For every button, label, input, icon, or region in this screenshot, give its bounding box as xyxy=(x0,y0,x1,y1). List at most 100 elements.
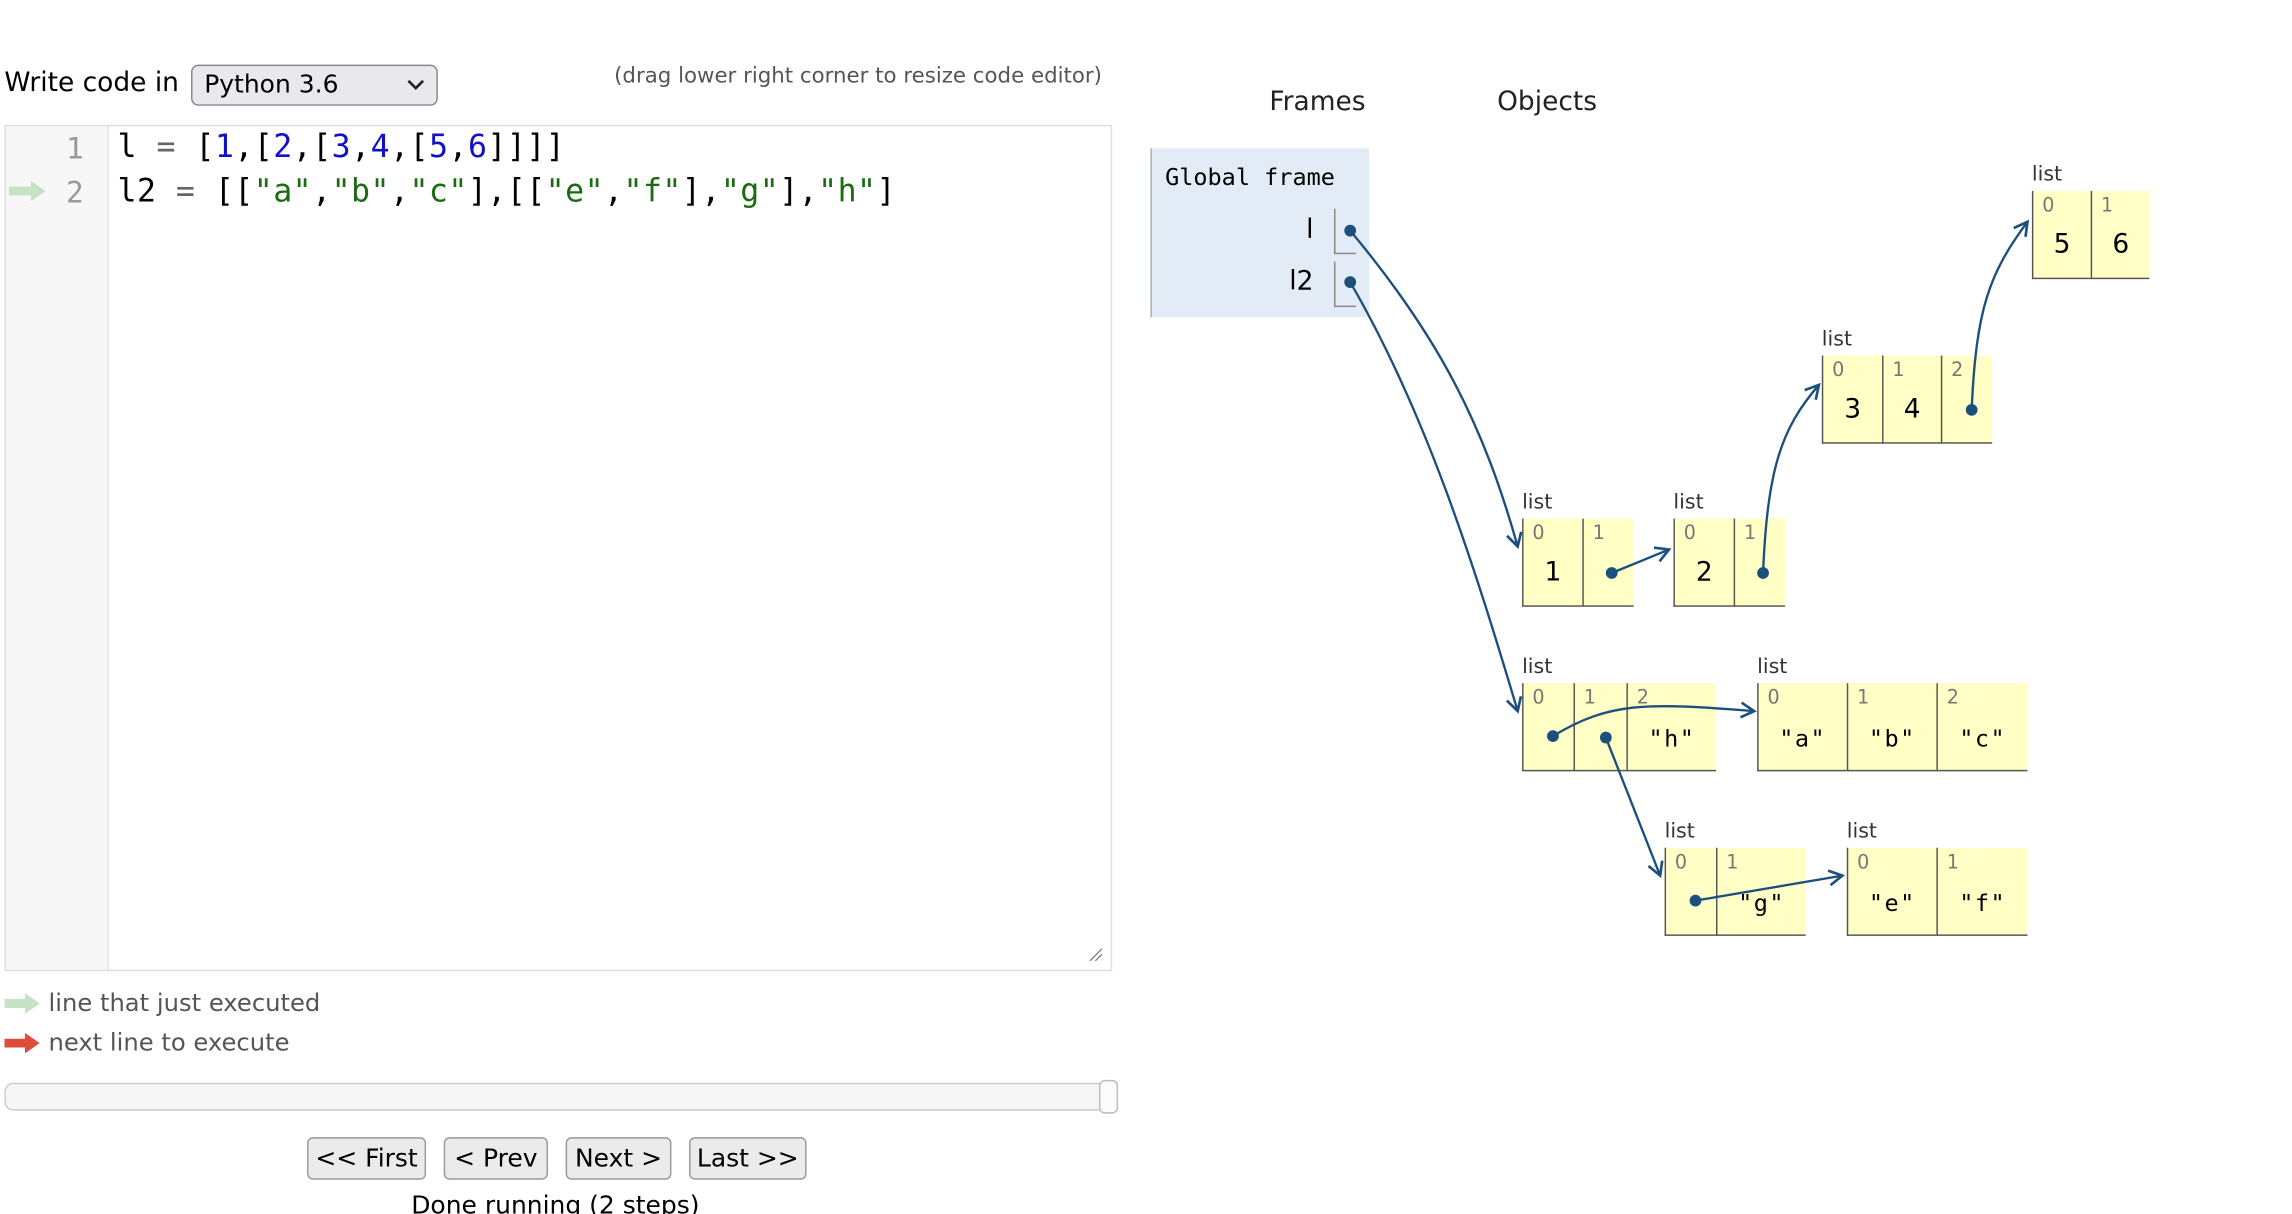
code-token: ], xyxy=(779,173,819,211)
line-gutter: 1 2 xyxy=(5,126,109,970)
next-button[interactable]: Next > xyxy=(565,1137,672,1180)
list-cell: 1 "b" xyxy=(1846,683,1937,772)
code-token: [[ xyxy=(195,173,254,211)
cell-index: 0 xyxy=(2042,195,2055,218)
list-cell: 1 xyxy=(1573,683,1627,772)
cell-value: 2 xyxy=(1695,556,1713,588)
list-object: 0 1 "g" xyxy=(1664,847,1806,936)
cell-index: 2 xyxy=(1946,687,1959,710)
list-object: 0 "a" 1 "b" 2 "c" xyxy=(1757,683,2028,772)
list-cell: 03 xyxy=(1821,355,1883,444)
code-token: [ xyxy=(175,129,215,167)
cell-value: "c" xyxy=(1959,724,2007,753)
list-cell: 16 xyxy=(2090,190,2150,280)
code-token: 3 xyxy=(331,129,352,167)
code-token: "a" xyxy=(253,173,313,211)
cell-index: 1 xyxy=(1892,359,1905,382)
code-token: ] xyxy=(876,173,896,211)
list-cell: 0 xyxy=(1664,847,1717,936)
red-arrow-icon xyxy=(4,1032,40,1053)
code-token: 5 xyxy=(429,129,449,167)
cell-index: 1 xyxy=(1857,687,1870,710)
code-token: "g" xyxy=(720,173,780,211)
list-cell: 05 xyxy=(2031,190,2091,280)
cell-index: 0 xyxy=(1767,687,1780,710)
cell-value: "a" xyxy=(1779,724,1827,753)
code-token: "c" xyxy=(409,173,468,211)
list-cell: 1 "g" xyxy=(1716,847,1806,936)
list-cell: 01 xyxy=(1522,518,1583,607)
list-object: 0 "e" 1 "f" xyxy=(1846,847,2028,936)
resize-handle[interactable] xyxy=(1087,946,1102,961)
global-frame: Global frame l l2 xyxy=(1150,148,1370,318)
object-type-label: list xyxy=(1846,819,1877,844)
cell-index: 0 xyxy=(1532,523,1545,546)
variable-pointer xyxy=(1334,261,1357,308)
list-cell: 02 xyxy=(1673,518,1734,607)
code-token: ], xyxy=(681,173,721,211)
cell-index: 2 xyxy=(1951,359,1964,382)
cell-index: 1 xyxy=(1583,687,1596,710)
code-line-1: l = [1,[2,[3,4,[5,6]]]] xyxy=(118,129,566,166)
code-token: 1 xyxy=(214,129,235,167)
legend-text: next line to execute xyxy=(48,1028,290,1057)
code-token: "f" xyxy=(623,173,682,211)
cell-index: 1 xyxy=(1743,523,1757,546)
object-type-label: list xyxy=(1522,655,1553,679)
legend-just-executed: line that just executed xyxy=(4,989,320,1017)
arrow-l xyxy=(1349,229,1523,550)
cell-index: 1 xyxy=(1592,523,1605,546)
code-token: ,[ xyxy=(234,129,274,167)
python-tutor-page: Write code in Python 3.6 (drag lower rig… xyxy=(0,0,2292,1214)
code-token: ]]]] xyxy=(487,129,566,167)
legend-text: line that just executed xyxy=(48,988,321,1017)
cell-value: "f" xyxy=(1959,888,2007,917)
code-token: "h" xyxy=(818,173,877,211)
first-button[interactable]: << First xyxy=(307,1137,427,1180)
cell-value: "g" xyxy=(1738,888,1786,917)
code-token: = xyxy=(156,129,176,167)
objects-header: Objects xyxy=(1497,86,1598,118)
cell-value: 5 xyxy=(2053,229,2071,261)
code-token: , xyxy=(448,129,468,167)
code-token: , xyxy=(351,129,371,167)
code-token: l2 xyxy=(117,173,176,211)
line-number: 1 xyxy=(66,130,84,167)
prev-button[interactable]: < Prev xyxy=(443,1137,549,1180)
list-cell: 1 xyxy=(1582,518,1634,607)
frame-title: Global frame xyxy=(1165,163,1335,191)
object-type-label: list xyxy=(1757,655,1788,679)
list-cell: 1 xyxy=(1733,518,1786,607)
code-token: , xyxy=(389,173,410,211)
last-button[interactable]: Last >> xyxy=(689,1137,807,1180)
object-type-label: list xyxy=(2031,163,2063,187)
cell-value: "b" xyxy=(1868,724,1916,753)
code-token: , xyxy=(604,173,624,211)
cell-index: 0 xyxy=(1857,852,1870,875)
cell-index: 1 xyxy=(1946,852,1959,875)
resize-hint: (drag lower right corner to resize code … xyxy=(614,64,1102,89)
cell-index: 0 xyxy=(1532,687,1545,710)
list-object: 0 1 2 "h" xyxy=(1522,683,1717,772)
cell-index: 1 xyxy=(2100,195,2114,218)
legend-next-line: next line to execute xyxy=(4,1028,290,1057)
list-cell: 2 "h" xyxy=(1626,683,1717,772)
language-select[interactable]: Python 3.6 xyxy=(190,64,438,106)
cell-value: 4 xyxy=(1903,393,1921,425)
code-token: ],[[ xyxy=(467,173,546,211)
list-object: 01 1 xyxy=(1522,518,1634,607)
code-token: 2 xyxy=(273,129,293,167)
green-arrow-icon xyxy=(4,992,40,1014)
code-editor[interactable]: 1 2 l = [1,[2,[3,4,[5,6]]]] l2 = [["a","… xyxy=(4,124,1113,972)
variable-name: l xyxy=(1306,214,1314,246)
code-token: 6 xyxy=(467,129,488,167)
list-cell: 0 xyxy=(1522,683,1574,772)
slider-thumb[interactable] xyxy=(1098,1079,1119,1114)
status-text: Done running (2 steps) xyxy=(411,1191,700,1214)
line-number: 2 xyxy=(66,174,84,211)
code-token: = xyxy=(175,173,196,211)
step-slider[interactable] xyxy=(4,1079,1119,1114)
variable-name: l2 xyxy=(1289,265,1314,297)
list-object: 03 1 4 2 xyxy=(1821,355,1993,444)
code-token: , xyxy=(312,173,332,211)
